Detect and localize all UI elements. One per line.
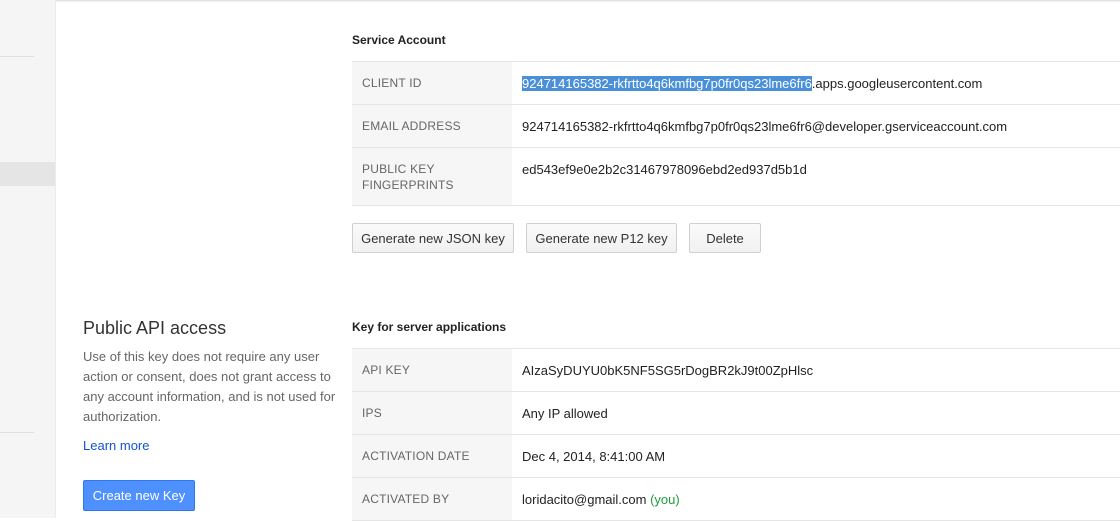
client-id-label: CLIENT ID: [352, 61, 512, 105]
left-nav: [0, 0, 56, 518]
public-api-title: Public API access: [83, 318, 227, 338]
fingerprints-value[interactable]: ed543ef9e0e2b2c31467978096ebd2ed937d5b1d: [512, 147, 1120, 206]
nav-divider: [0, 432, 34, 433]
delete-button[interactable]: Delete: [689, 223, 761, 253]
table-row: API KEY AIzaSyDUYU0bK5NF5SG5rDogBR2kJ9t0…: [352, 348, 1120, 392]
table-row: CLIENT ID 924714165382-rkfrtto4q6kmfbg7p…: [352, 61, 1120, 105]
table-row: EMAIL ADDRESS 924714165382-rkfrtto4q6kmf…: [352, 104, 1120, 148]
generate-json-key-button[interactable]: Generate new JSON key: [352, 223, 514, 253]
table-row: PUBLIC KEY FINGERPRINTS ed543ef9e0e2b2c31…: [352, 147, 1120, 206]
ips-value: Any IP allowed: [512, 391, 1120, 435]
email-address-value[interactable]: 924714165382-rkfrtto4q6kmfbg7p0fr0qs23lm…: [512, 104, 1120, 148]
server-key-table: API KEY AIzaSyDUYU0bK5NF5SG5rDogBR2kJ9t0…: [352, 348, 1120, 521]
you-tag: (you): [650, 491, 680, 507]
service-account-table: CLIENT ID 924714165382-rkfrtto4q6kmfbg7p…: [352, 61, 1120, 206]
client-id-value[interactable]: 924714165382-rkfrtto4q6kmfbg7p0fr0qs23lm…: [512, 61, 1120, 105]
nav-selected-item[interactable]: [0, 162, 55, 186]
activation-date-value: Dec 4, 2014, 8:41:00 AM: [512, 434, 1120, 478]
email-address-label: EMAIL ADDRESS: [352, 104, 512, 148]
create-new-key-button[interactable]: Create new Key: [83, 480, 195, 511]
api-key-value[interactable]: AIzaSyDUYU0bK5NF5SG5rDogBR2kJ9t00ZpHlsc: [512, 348, 1120, 392]
api-key-label: API KEY: [352, 348, 512, 392]
generate-p12-key-button[interactable]: Generate new P12 key: [526, 223, 677, 253]
activated-by-label: ACTIVATED BY: [352, 477, 512, 521]
top-shadow: [55, 1, 1120, 3]
nav-divider: [0, 56, 34, 57]
table-row: ACTIVATION DATE Dec 4, 2014, 8:41:00 AM: [352, 434, 1120, 478]
learn-more-link[interactable]: Learn more: [83, 438, 149, 453]
activation-date-label: ACTIVATION DATE: [352, 434, 512, 478]
table-row: ACTIVATED BY loridacito@gmail.com (you): [352, 477, 1120, 521]
public-api-description: Use of this key does not require any use…: [83, 349, 336, 424]
activated-by-value: loridacito@gmail.com (you): [512, 477, 1120, 521]
fingerprints-label: PUBLIC KEY FINGERPRINTS: [352, 147, 512, 206]
client-id-selected-text: 924714165382-rkfrtto4q6kmfbg7p0fr0qs23lm…: [522, 75, 812, 91]
ips-label: IPS: [352, 391, 512, 435]
activated-by-email: loridacito@gmail.com: [522, 491, 647, 507]
server-key-heading: Key for server applications: [352, 320, 507, 334]
table-row: IPS Any IP allowed: [352, 391, 1120, 435]
service-account-heading: Service Account: [352, 33, 446, 47]
client-id-domain: .apps.googleusercontent.com: [811, 75, 983, 91]
